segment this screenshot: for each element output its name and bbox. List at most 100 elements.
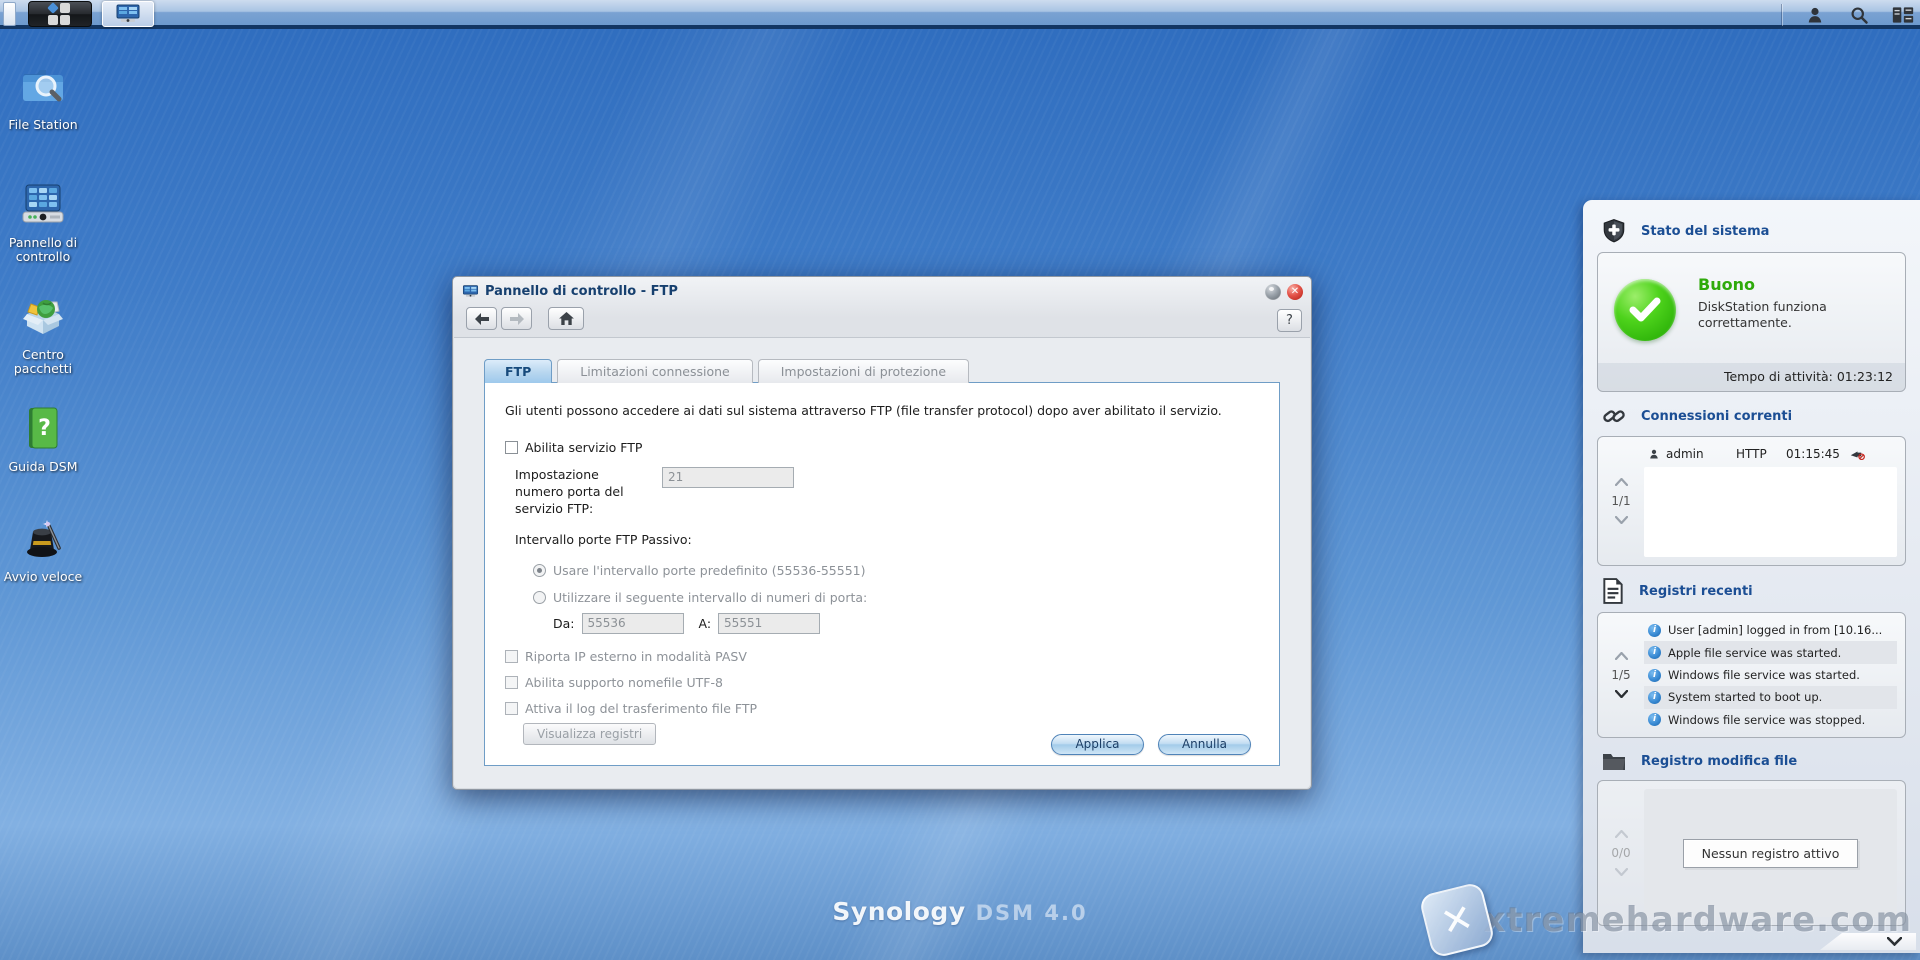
control-panel-icon bbox=[22, 184, 64, 223]
desktop-brand-logo: Synology DSM 4.0 bbox=[832, 897, 1087, 926]
status-ok-icon bbox=[1614, 279, 1676, 341]
report-external-ip-checkbox bbox=[505, 649, 518, 663]
search-button[interactable] bbox=[1848, 4, 1870, 26]
log-row[interactable]: i Apple file service was started. bbox=[1644, 641, 1897, 664]
desktop-icon-control-panel[interactable]: Pannello di controllo bbox=[0, 180, 86, 264]
window-title: Pannello di controllo - FTP bbox=[485, 283, 678, 299]
tab-limitazioni-connessione[interactable]: Limitazioni connessione bbox=[557, 359, 753, 383]
file-change-log-panel: 0/0 Nessun registro attivo bbox=[1597, 780, 1906, 926]
show-desktop-button[interactable] bbox=[3, 2, 16, 26]
back-arrow-icon bbox=[474, 312, 489, 325]
info-icon: i bbox=[1648, 623, 1661, 637]
enable-ftp-checkbox[interactable] bbox=[505, 441, 518, 454]
desktop-icon-label: Avvio veloce bbox=[3, 569, 83, 584]
user-menu-button[interactable] bbox=[1804, 4, 1826, 26]
page-down-icon[interactable] bbox=[1614, 690, 1628, 698]
close-button[interactable]: ✕ bbox=[1287, 284, 1303, 300]
from-input: 55536 bbox=[581, 612, 684, 634]
page-up-icon[interactable] bbox=[1614, 652, 1628, 660]
minimize-button[interactable] bbox=[1265, 284, 1281, 300]
uptime-text: Tempo di attività: 01:23:12 bbox=[1598, 363, 1905, 391]
collapse-widget-button[interactable] bbox=[1820, 933, 1916, 950]
log-row[interactable]: i Windows file service was stopped. bbox=[1644, 709, 1897, 731]
home-button[interactable] bbox=[548, 307, 584, 330]
connections-empty-area bbox=[1644, 467, 1897, 557]
back-button[interactable] bbox=[466, 307, 497, 330]
page-down-icon bbox=[1614, 868, 1628, 876]
file-station-icon bbox=[23, 70, 63, 102]
widgets-icon bbox=[1892, 6, 1914, 23]
port-input: 21 bbox=[662, 467, 794, 488]
ftp-tab-content: Gli utenti possono accedere ai dati sul … bbox=[484, 382, 1280, 766]
info-icon: i bbox=[1648, 690, 1661, 704]
desktop-icon-quick-start[interactable]: Avvio veloce bbox=[0, 514, 86, 584]
recent-logs-header: Registri recenti bbox=[1601, 578, 1906, 604]
chain-link-icon bbox=[1603, 410, 1625, 423]
page-up-icon[interactable] bbox=[1614, 478, 1628, 486]
window-body: FTP Limitazioni connessione Impostazioni… bbox=[454, 337, 1310, 788]
desktop-icon-label: Pannello di controllo bbox=[8, 235, 78, 264]
desktop-icon-dsm-help[interactable]: ? Guida DSM bbox=[0, 404, 86, 474]
custom-range-label: Utilizzare il seguente intervallo di num… bbox=[553, 589, 868, 605]
file-change-log-header: Registro modifica file bbox=[1601, 750, 1906, 772]
connection-row[interactable]: admin HTTP 01:15:45 bbox=[1644, 445, 1897, 467]
home-icon bbox=[558, 312, 574, 325]
log-row[interactable]: i Windows file service was started. bbox=[1644, 664, 1897, 686]
recent-logs-title: Registri recenti bbox=[1639, 583, 1753, 599]
svg-text:?: ? bbox=[38, 416, 51, 441]
taskbar-control-panel-button[interactable] bbox=[102, 1, 154, 27]
view-logs-button: Visualizza registri bbox=[523, 722, 657, 745]
desktop-icon-package-center[interactable]: Centro pacchetti bbox=[0, 292, 86, 376]
recent-logs-panel: 1/5 i User [admin] logged in from [10.16.… bbox=[1597, 612, 1906, 738]
to-label: A: bbox=[698, 615, 712, 631]
utf8-row: Abilita supporto nomefile UTF-8 bbox=[505, 675, 1259, 690]
port-label: Impostazione numero porta del servizio F… bbox=[515, 467, 624, 516]
desktop-icon-label: Centro pacchetti bbox=[13, 347, 73, 376]
disconnect-icon[interactable] bbox=[1850, 448, 1865, 461]
widgets-button[interactable] bbox=[1892, 4, 1914, 26]
enable-ftp-label: Abilita servizio FTP bbox=[525, 440, 643, 455]
connection-time: 01:15:45 bbox=[1786, 447, 1840, 461]
connections-panel: 1/1 admin HTTP 01:15:45 bbox=[1597, 436, 1906, 566]
page-down-icon[interactable] bbox=[1614, 516, 1628, 524]
connections-title: Connessioni correnti bbox=[1641, 408, 1793, 424]
connection-protocol: HTTP bbox=[1736, 447, 1767, 461]
custom-range-radio bbox=[533, 590, 546, 604]
connections-pager: 1/1 bbox=[1598, 445, 1644, 557]
from-label: Da: bbox=[553, 615, 575, 631]
port-row: Impostazione numero porta del servizio F… bbox=[505, 467, 1259, 518]
default-range-radio bbox=[533, 563, 546, 577]
system-status-header: Stato del sistema bbox=[1601, 218, 1906, 244]
log-row[interactable]: i User [admin] logged in from [10.16... bbox=[1644, 619, 1897, 641]
brand-version: DSM 4.0 bbox=[975, 901, 1088, 925]
cancel-button[interactable]: Annulla bbox=[1158, 734, 1251, 755]
default-range-label: Usare l'intervallo porte predefinito (55… bbox=[553, 562, 866, 578]
connections-list: admin HTTP 01:15:45 bbox=[1644, 445, 1897, 557]
utf8-filename-checkbox bbox=[505, 675, 518, 689]
log-row[interactable]: i System started to boot up. bbox=[1644, 686, 1897, 709]
file-log-empty-area: Nessun registro attivo bbox=[1644, 789, 1897, 917]
file-log-page: 0/0 bbox=[1611, 846, 1631, 860]
passive-range-label: Intervallo porte FTP Passivo: bbox=[515, 531, 692, 547]
info-icon: i bbox=[1648, 646, 1661, 660]
brand-name: Synology bbox=[832, 897, 966, 926]
main-menu-button[interactable] bbox=[28, 1, 92, 27]
watermark-logo-icon: ✕ bbox=[1418, 881, 1496, 959]
enable-ftp-row: Abilita servizio FTP bbox=[505, 440, 1259, 455]
dialog-buttons: Applica Annulla bbox=[1051, 734, 1251, 755]
logs-page: 1/5 bbox=[1611, 668, 1631, 682]
help-button[interactable]: ? bbox=[1277, 309, 1302, 332]
desktop-icon-file-station[interactable]: File Station bbox=[0, 62, 86, 132]
window-titlebar[interactable]: Pannello di controllo - FTP ✕ bbox=[453, 277, 1311, 305]
tab-impostazioni-protezione[interactable]: Impostazioni di protezione bbox=[757, 359, 970, 383]
tab-ftp[interactable]: FTP bbox=[484, 359, 553, 383]
utf8-filename-label: Abilita supporto nomefile UTF-8 bbox=[525, 674, 723, 690]
page-up-icon bbox=[1614, 830, 1628, 838]
window-toolbar bbox=[453, 307, 1311, 335]
forward-button[interactable] bbox=[501, 307, 532, 330]
dsm-help-icon: ? bbox=[29, 407, 58, 449]
system-widget-panel: Stato del sistema Buono DiskStation funz… bbox=[1583, 200, 1920, 953]
to-input: 55551 bbox=[718, 612, 821, 634]
log-list: i User [admin] logged in from [10.16... i… bbox=[1644, 619, 1897, 731]
apply-button[interactable]: Applica bbox=[1051, 734, 1144, 755]
